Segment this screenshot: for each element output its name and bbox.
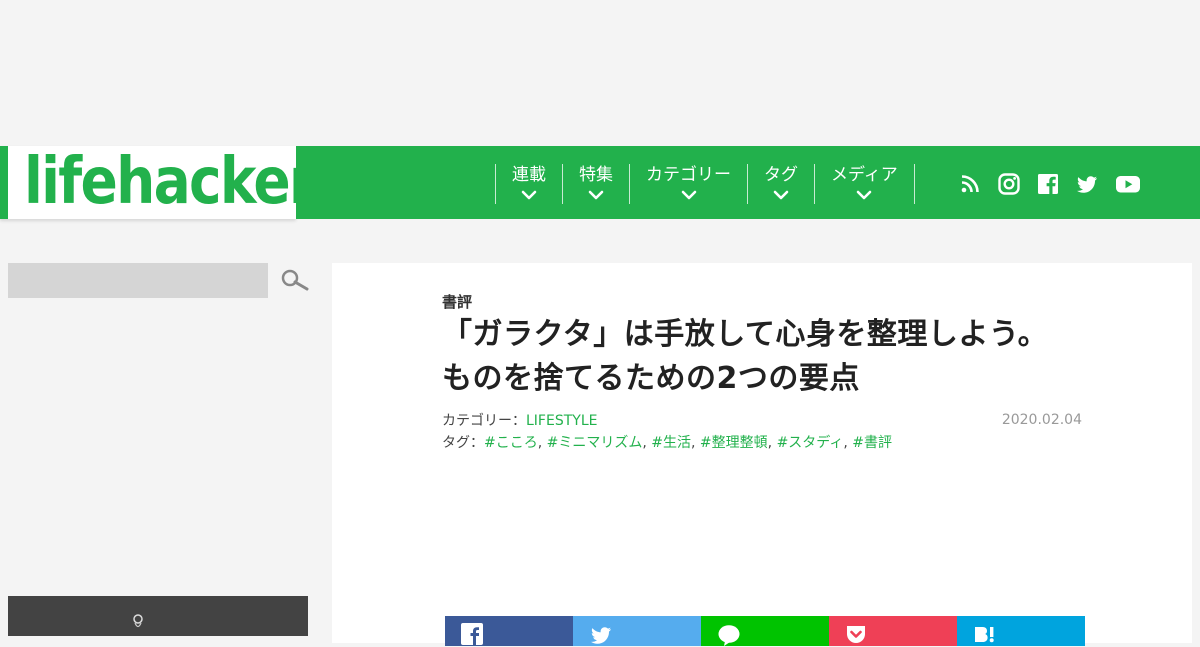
chevron-down-icon xyxy=(521,190,537,200)
article-title-line2: ものを捨てるための2つの要点 xyxy=(442,361,860,396)
nav-label: タグ xyxy=(764,165,798,185)
article-date: 2020.02.04 xyxy=(1001,412,1082,428)
chevron-down-icon xyxy=(681,190,696,200)
share-twitter-button[interactable] xyxy=(573,616,701,646)
search-input[interactable] xyxy=(8,263,268,298)
line-icon xyxy=(718,625,740,646)
hatena-icon xyxy=(975,627,994,643)
site-logo[interactable]: lifehacker xyxy=(0,145,316,219)
pocket-icon xyxy=(847,626,865,643)
meta-category-link[interactable]: LIFESTYLE xyxy=(526,413,597,429)
article-category-label[interactable]: 書評 xyxy=(442,291,472,312)
chevron-down-icon xyxy=(588,190,604,200)
search-icon[interactable] xyxy=(280,268,310,294)
nav-item-series[interactable]: 連載 xyxy=(495,164,562,204)
twitter-icon xyxy=(591,627,611,644)
tag-link[interactable]: #生活 xyxy=(651,435,691,451)
tag-link[interactable]: #ミニマリズム xyxy=(547,435,643,451)
article-meta-category: カテゴリー：LIFESTYLE xyxy=(442,410,597,430)
rss-icon[interactable] xyxy=(958,172,982,196)
tag-link[interactable]: #整理整頓 xyxy=(700,435,768,451)
nav-label: カテゴリー xyxy=(646,165,731,185)
nav-label: メディア xyxy=(831,165,898,185)
thumbnail-image xyxy=(8,596,308,636)
share-pocket-button[interactable] xyxy=(829,616,957,646)
tag-link[interactable]: #スタディ xyxy=(777,435,844,451)
tag-link[interactable]: #こころ xyxy=(484,435,538,451)
nav-item-media[interactable]: メディア xyxy=(814,164,915,204)
sidebar-article-thumbnail[interactable] xyxy=(8,596,308,636)
article-meta-tags: タグ：#こころ, #ミニマリズム, #生活, #整理整頓, #スタディ, #書評 xyxy=(442,435,892,451)
nav-menu: 連載 特集 カテゴリー タグ メディア xyxy=(495,164,915,204)
youtube-icon[interactable] xyxy=(1115,172,1141,196)
article-title-line1: 「ガラクタ」は手放して心身を整理しよう。 xyxy=(442,317,1049,352)
nav-label: 特集 xyxy=(579,165,613,185)
share-line-button[interactable] xyxy=(701,616,829,646)
nav-item-features[interactable]: 特集 xyxy=(562,164,629,204)
share-buttons xyxy=(445,616,1085,646)
article-card: 書評 「ガラクタ」は手放して心身を整理しよう。 ものを捨てるための2つの要点 カ… xyxy=(332,263,1192,646)
instagram-icon[interactable] xyxy=(997,172,1021,196)
meta-tags-prefix: タグ： xyxy=(442,435,484,451)
logo-text: lifehacker xyxy=(24,145,316,219)
share-hatena-button[interactable] xyxy=(957,616,1085,646)
main-navbar: 連載 特集 カテゴリー タグ メディア xyxy=(296,146,1200,219)
nav-item-category[interactable]: カテゴリー xyxy=(629,164,747,204)
nav-item-tags[interactable]: タグ xyxy=(747,164,814,204)
facebook-icon xyxy=(461,623,483,645)
tag-link[interactable]: #書評 xyxy=(852,435,892,451)
twitter-icon[interactable] xyxy=(1075,172,1099,196)
chevron-down-icon xyxy=(773,190,789,200)
article-title: 「ガラクタ」は手放して心身を整理しよう。 ものを捨てるための2つの要点 xyxy=(442,313,1102,401)
nav-label: 連載 xyxy=(512,165,546,185)
facebook-icon[interactable] xyxy=(1036,172,1060,196)
chevron-down-icon xyxy=(857,190,872,200)
share-facebook-button[interactable] xyxy=(445,616,573,646)
meta-category-prefix: カテゴリー： xyxy=(442,413,526,429)
